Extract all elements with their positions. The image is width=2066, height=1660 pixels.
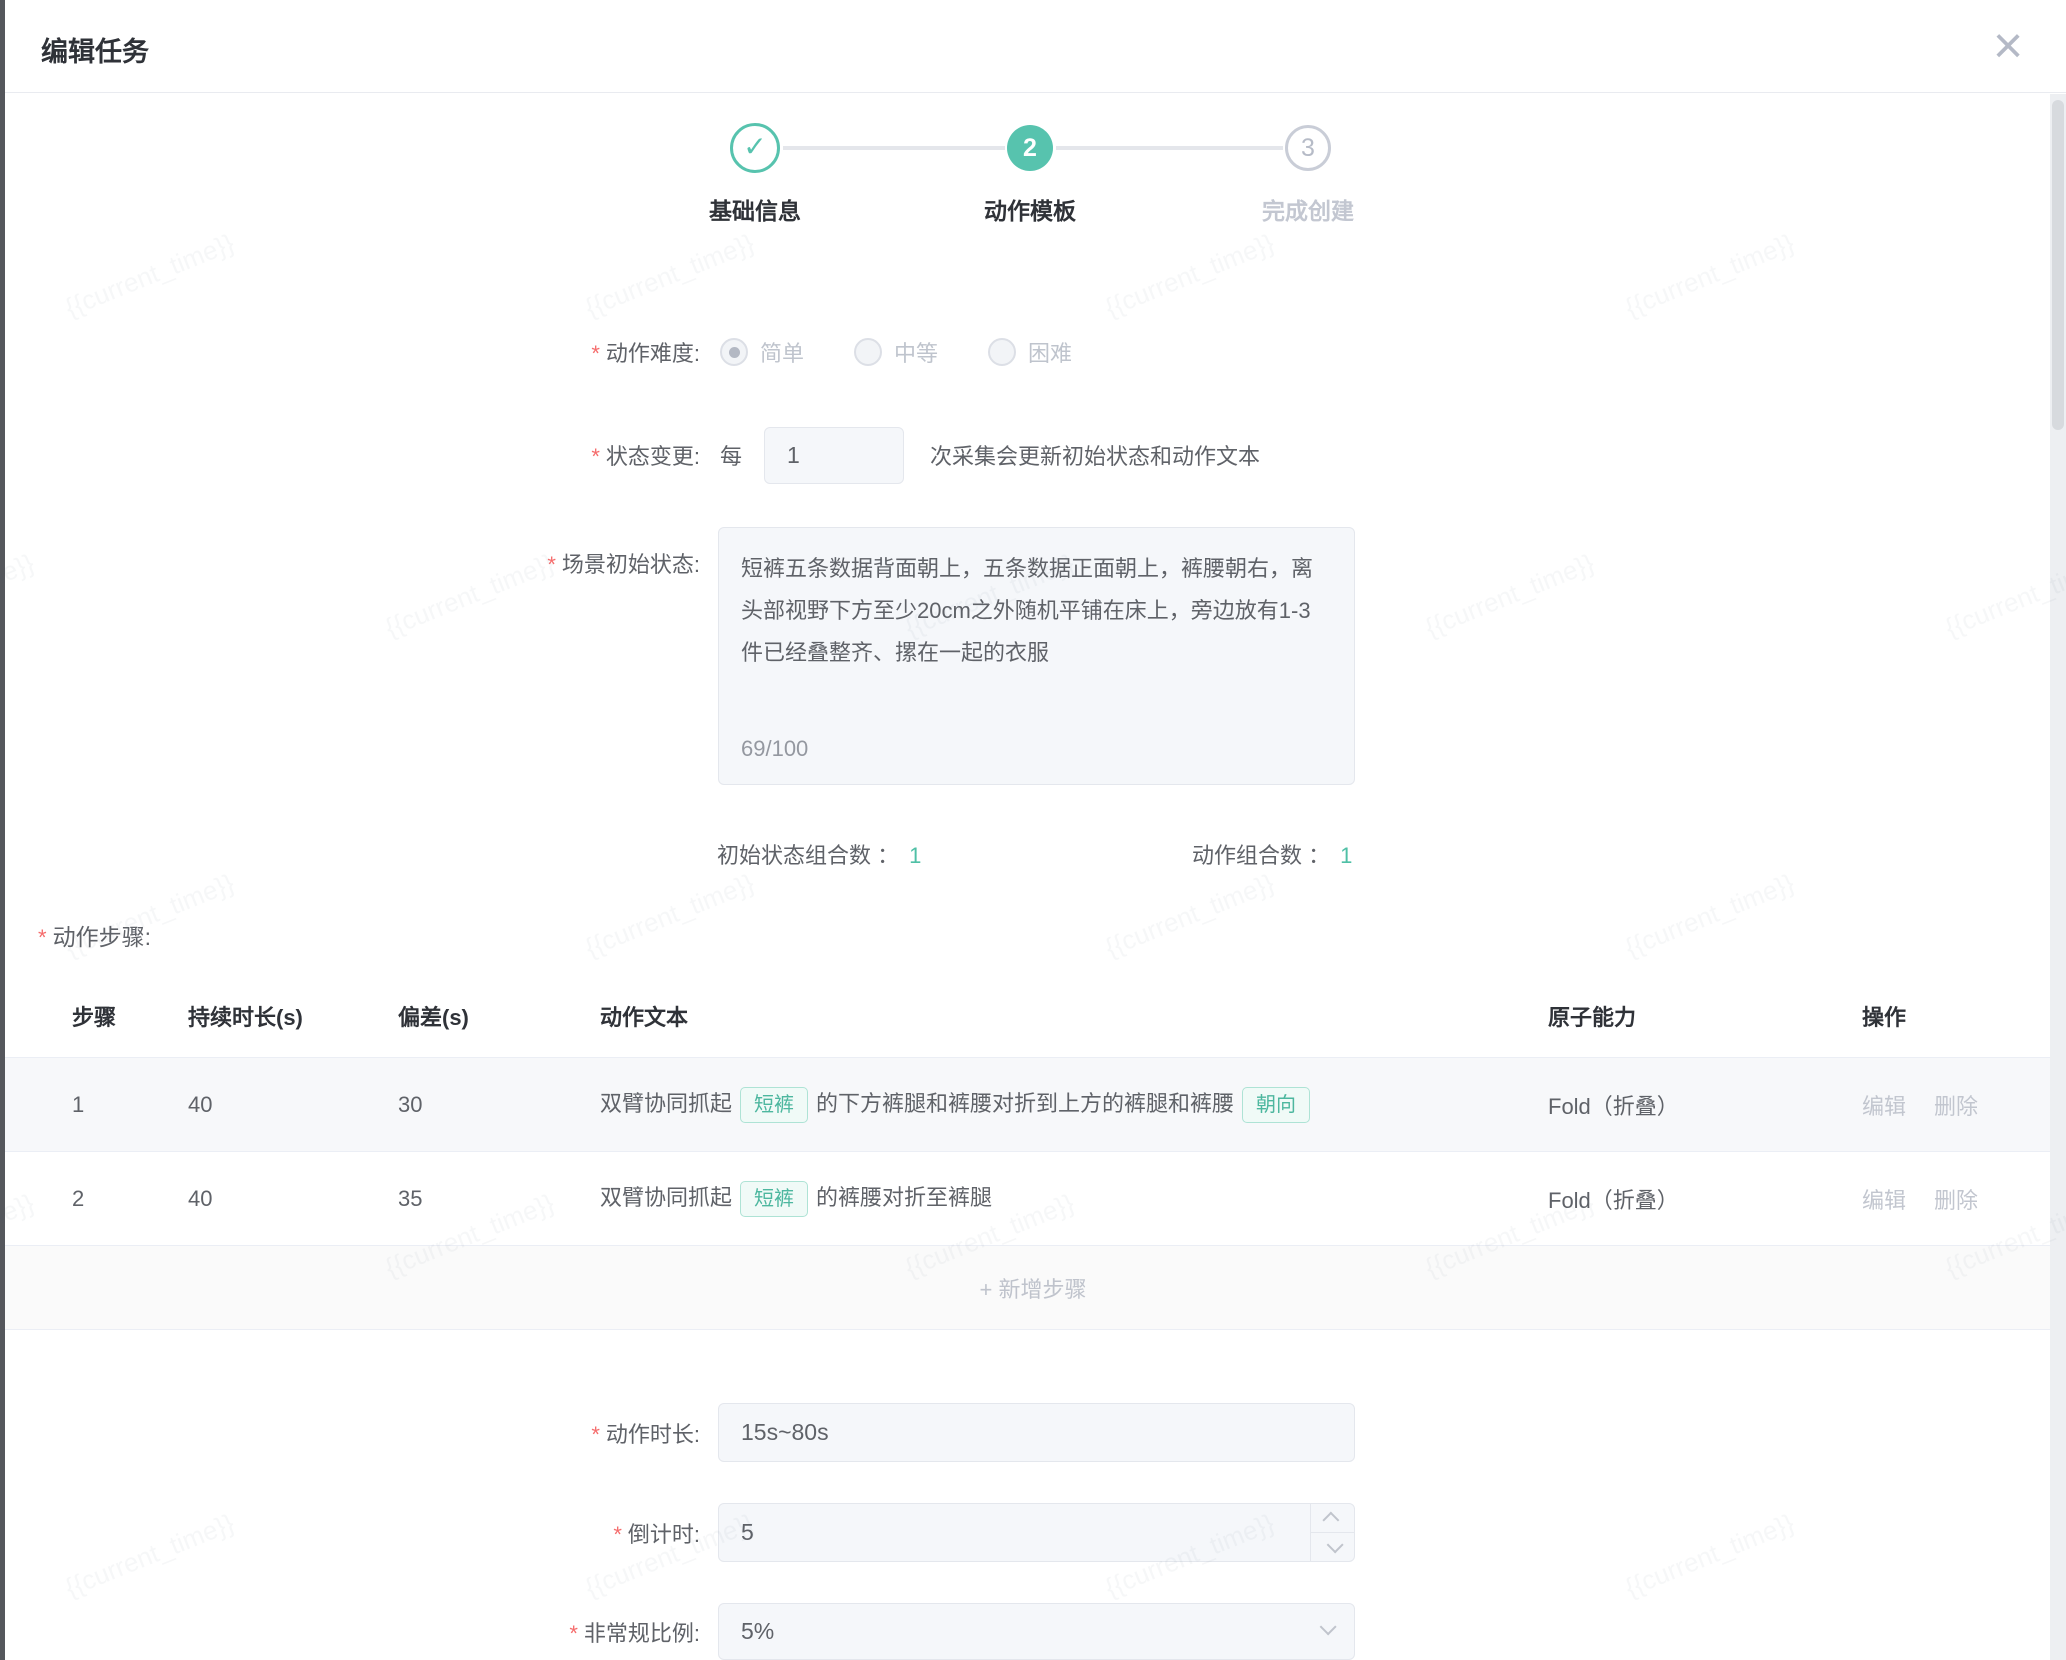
cell-operations: 编辑 删除 <box>1862 1183 2066 1215</box>
col-header-ability: 原子能力 <box>1548 1000 1862 1032</box>
table-row: 14030双臂协同抓起短裤的下方裤腿和裤腰对折到上方的裤腿和裤腰朝向Fold（折… <box>0 1058 2066 1152</box>
chevron-up-icon <box>1322 1512 1339 1529</box>
col-header-duration: 持续时长(s) <box>188 1000 398 1032</box>
table-header-row: 步骤 持续时长(s) 偏差(s) 动作文本 原子能力 操作 <box>0 975 2066 1058</box>
chevron-down-icon <box>1326 1536 1343 1553</box>
scrollbar-track[interactable] <box>2050 94 2066 1660</box>
scene-initial-state-textarea[interactable]: 短裤五条数据背面朝上，五条数据正面朝上，裤腰朝右，离头部视野下方至少20cm之外… <box>718 527 1355 785</box>
action-text-tag: 短裤 <box>740 1087 808 1123</box>
action-text-tag: 朝向 <box>1242 1087 1310 1123</box>
action-duration-input[interactable]: 15s~80s <box>718 1403 1355 1462</box>
radio-difficulty-easy[interactable]: 简单 <box>720 336 804 368</box>
watermark-text: {{current_time}} <box>581 868 759 964</box>
wizard-step-1-label: 基础信息 <box>645 192 865 226</box>
char-counter: 69/100 <box>741 728 808 770</box>
cell-duration: 40 <box>188 1092 398 1118</box>
state-change-input[interactable]: 1 <box>764 427 904 484</box>
wizard-connector-2 <box>1056 146 1283 150</box>
wizard-step-2-circle: 2 <box>1007 125 1053 171</box>
watermark-text: {{current_time}} <box>1621 868 1799 964</box>
action-steps-table: 步骤 持续时长(s) 偏差(s) 动作文本 原子能力 操作 14030双臂协同抓… <box>0 975 2066 1330</box>
watermark-text: {{current_time}} <box>1101 868 1279 964</box>
watermark-text: {{current_time}} <box>61 228 239 324</box>
delete-link[interactable]: 删除 <box>1934 1094 1978 1119</box>
wizard-step-2-label: 动作模板 <box>920 192 1140 226</box>
table-row: 24035双臂协同抓起短裤的裤腰对折至裤腿Fold（折叠）编辑删除 <box>0 1152 2066 1246</box>
col-header-step: 步骤 <box>72 1000 188 1032</box>
difficulty-label: *动作难度: <box>0 336 700 368</box>
countdown-input[interactable]: 5 <box>718 1503 1355 1562</box>
wizard-step-3-circle: 3 <box>1285 125 1331 171</box>
radio-icon <box>988 338 1016 366</box>
edit-link[interactable]: 编辑 <box>1862 1188 1906 1213</box>
cell-ability: Fold（折叠） <box>1548 1183 1862 1215</box>
cell-operations: 编辑 删除 <box>1862 1089 2066 1121</box>
state-change-prefix: 每 <box>720 439 742 471</box>
watermark-text: {{current_time}} <box>581 228 759 324</box>
chevron-down-icon <box>1320 1618 1337 1635</box>
action-text-tag: 短裤 <box>740 1181 808 1217</box>
action-text-fragment: 的下方裤腿和裤腰对折到上方的裤腿和裤腰 <box>816 1091 1234 1116</box>
initial-state-combo-count: 初始状态组合数 ：1 <box>717 838 921 870</box>
add-step-button[interactable]: + 新增步骤 <box>0 1246 2066 1330</box>
cell-deviation: 30 <box>398 1092 600 1118</box>
unusual-ratio-label: *非常规比例: <box>0 1616 700 1648</box>
action-combo-value: 1 <box>1340 843 1352 868</box>
state-change-label: *状态变更: <box>0 439 700 471</box>
col-header-operation: 操作 <box>1862 1000 2066 1032</box>
col-header-deviation: 偏差(s) <box>398 1000 600 1032</box>
delete-link[interactable]: 删除 <box>1934 1188 1978 1213</box>
stepper-up-button[interactable] <box>1311 1504 1354 1533</box>
cell-deviation: 35 <box>398 1186 600 1212</box>
initial-combo-value: 1 <box>909 843 921 868</box>
cell-ability: Fold（折叠） <box>1548 1089 1862 1121</box>
page-left-edge <box>0 0 5 1660</box>
number-stepper <box>1310 1504 1354 1561</box>
dialog-title: 编辑任务 <box>41 30 149 69</box>
scene-initial-state-text: 短裤五条数据背面朝上，五条数据正面朝上，裤腰朝右，离头部视野下方至少20cm之外… <box>741 548 1332 674</box>
wizard-connector-1 <box>783 146 1005 150</box>
initial-state-label: *场景初始状态: <box>0 527 700 579</box>
radio-icon <box>720 338 748 366</box>
cell-duration: 40 <box>188 1186 398 1212</box>
stepper-down-button[interactable] <box>1311 1533 1354 1561</box>
countdown-label: *倒计时: <box>0 1517 700 1549</box>
action-steps-section-label: *动作步骤: <box>38 918 151 952</box>
col-header-action-text: 动作文本 <box>600 1000 1548 1032</box>
action-combo-count: 动作组合数 ：1 <box>1192 838 1352 870</box>
cell-action-text: 双臂协同抓起短裤的裤腰对折至裤腿 <box>600 1180 1548 1217</box>
action-text-fragment: 的裤腰对折至裤腿 <box>816 1185 992 1210</box>
edit-link[interactable]: 编辑 <box>1862 1094 1906 1119</box>
wizard-step-1-check-icon: ✓ <box>730 123 780 173</box>
cell-action-text: 双臂协同抓起短裤的下方裤腿和裤腰对折到上方的裤腿和裤腰朝向 <box>600 1086 1548 1123</box>
close-icon[interactable] <box>1980 18 2036 74</box>
scrollbar-thumb[interactable] <box>2052 100 2064 430</box>
radio-difficulty-hard[interactable]: 困难 <box>988 336 1072 368</box>
radio-icon <box>854 338 882 366</box>
cell-step: 1 <box>72 1092 188 1118</box>
wizard-step-3-label: 完成创建 <box>1198 192 1418 226</box>
action-text-fragment: 双臂协同抓起 <box>600 1091 732 1116</box>
radio-difficulty-medium[interactable]: 中等 <box>854 336 938 368</box>
state-change-suffix: 次采集会更新初始状态和动作文本 <box>930 439 1260 471</box>
unusual-ratio-select[interactable]: 5% <box>718 1603 1355 1660</box>
dialog-header: 编辑任务 <box>5 0 2066 93</box>
watermark-text: {{current_time}} <box>1621 228 1799 324</box>
action-duration-label: *动作时长: <box>0 1417 700 1449</box>
cell-step: 2 <box>72 1186 188 1212</box>
action-text-fragment: 双臂协同抓起 <box>600 1185 732 1210</box>
watermark-text: {{current_time}} <box>1101 228 1279 324</box>
